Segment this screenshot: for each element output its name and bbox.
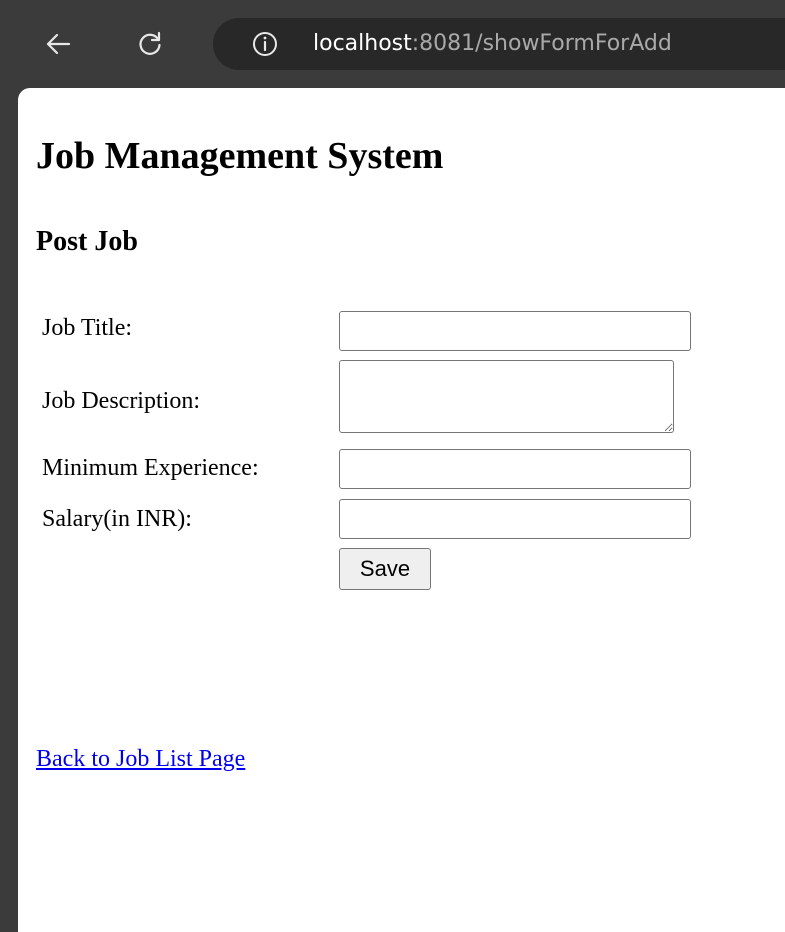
minimum-experience-input[interactable] (339, 449, 691, 489)
url-text[interactable]: localhost:8081/showFormForAdd (313, 30, 672, 58)
page-title: Job Management System (36, 135, 444, 177)
save-button[interactable]: Save (339, 548, 431, 590)
job-description-label: Job Description: (42, 388, 200, 414)
back-to-job-list-link[interactable]: Back to Job List Page (36, 742, 245, 776)
minimum-experience-label: Minimum Experience: (42, 455, 259, 481)
address-bar[interactable]: localhost:8081/showFormForAdd (213, 18, 785, 70)
url-host: localhost (313, 31, 412, 56)
section-title: Post Job (36, 226, 138, 257)
reload-icon[interactable] (130, 24, 170, 64)
browser-toolbar: localhost:8081/showFormForAdd (0, 0, 785, 88)
job-title-label: Job Title: (42, 315, 133, 341)
page-content: Job Management System Post Job Job Title… (18, 88, 785, 932)
url-path: :8081/showFormForAdd (411, 31, 672, 56)
job-title-input[interactable] (339, 311, 691, 351)
salary-input[interactable] (339, 499, 691, 539)
job-description-textarea[interactable] (339, 360, 674, 433)
info-icon[interactable] (251, 30, 279, 58)
back-arrow-icon[interactable] (38, 24, 78, 64)
salary-label: Salary(in INR): (42, 506, 192, 532)
